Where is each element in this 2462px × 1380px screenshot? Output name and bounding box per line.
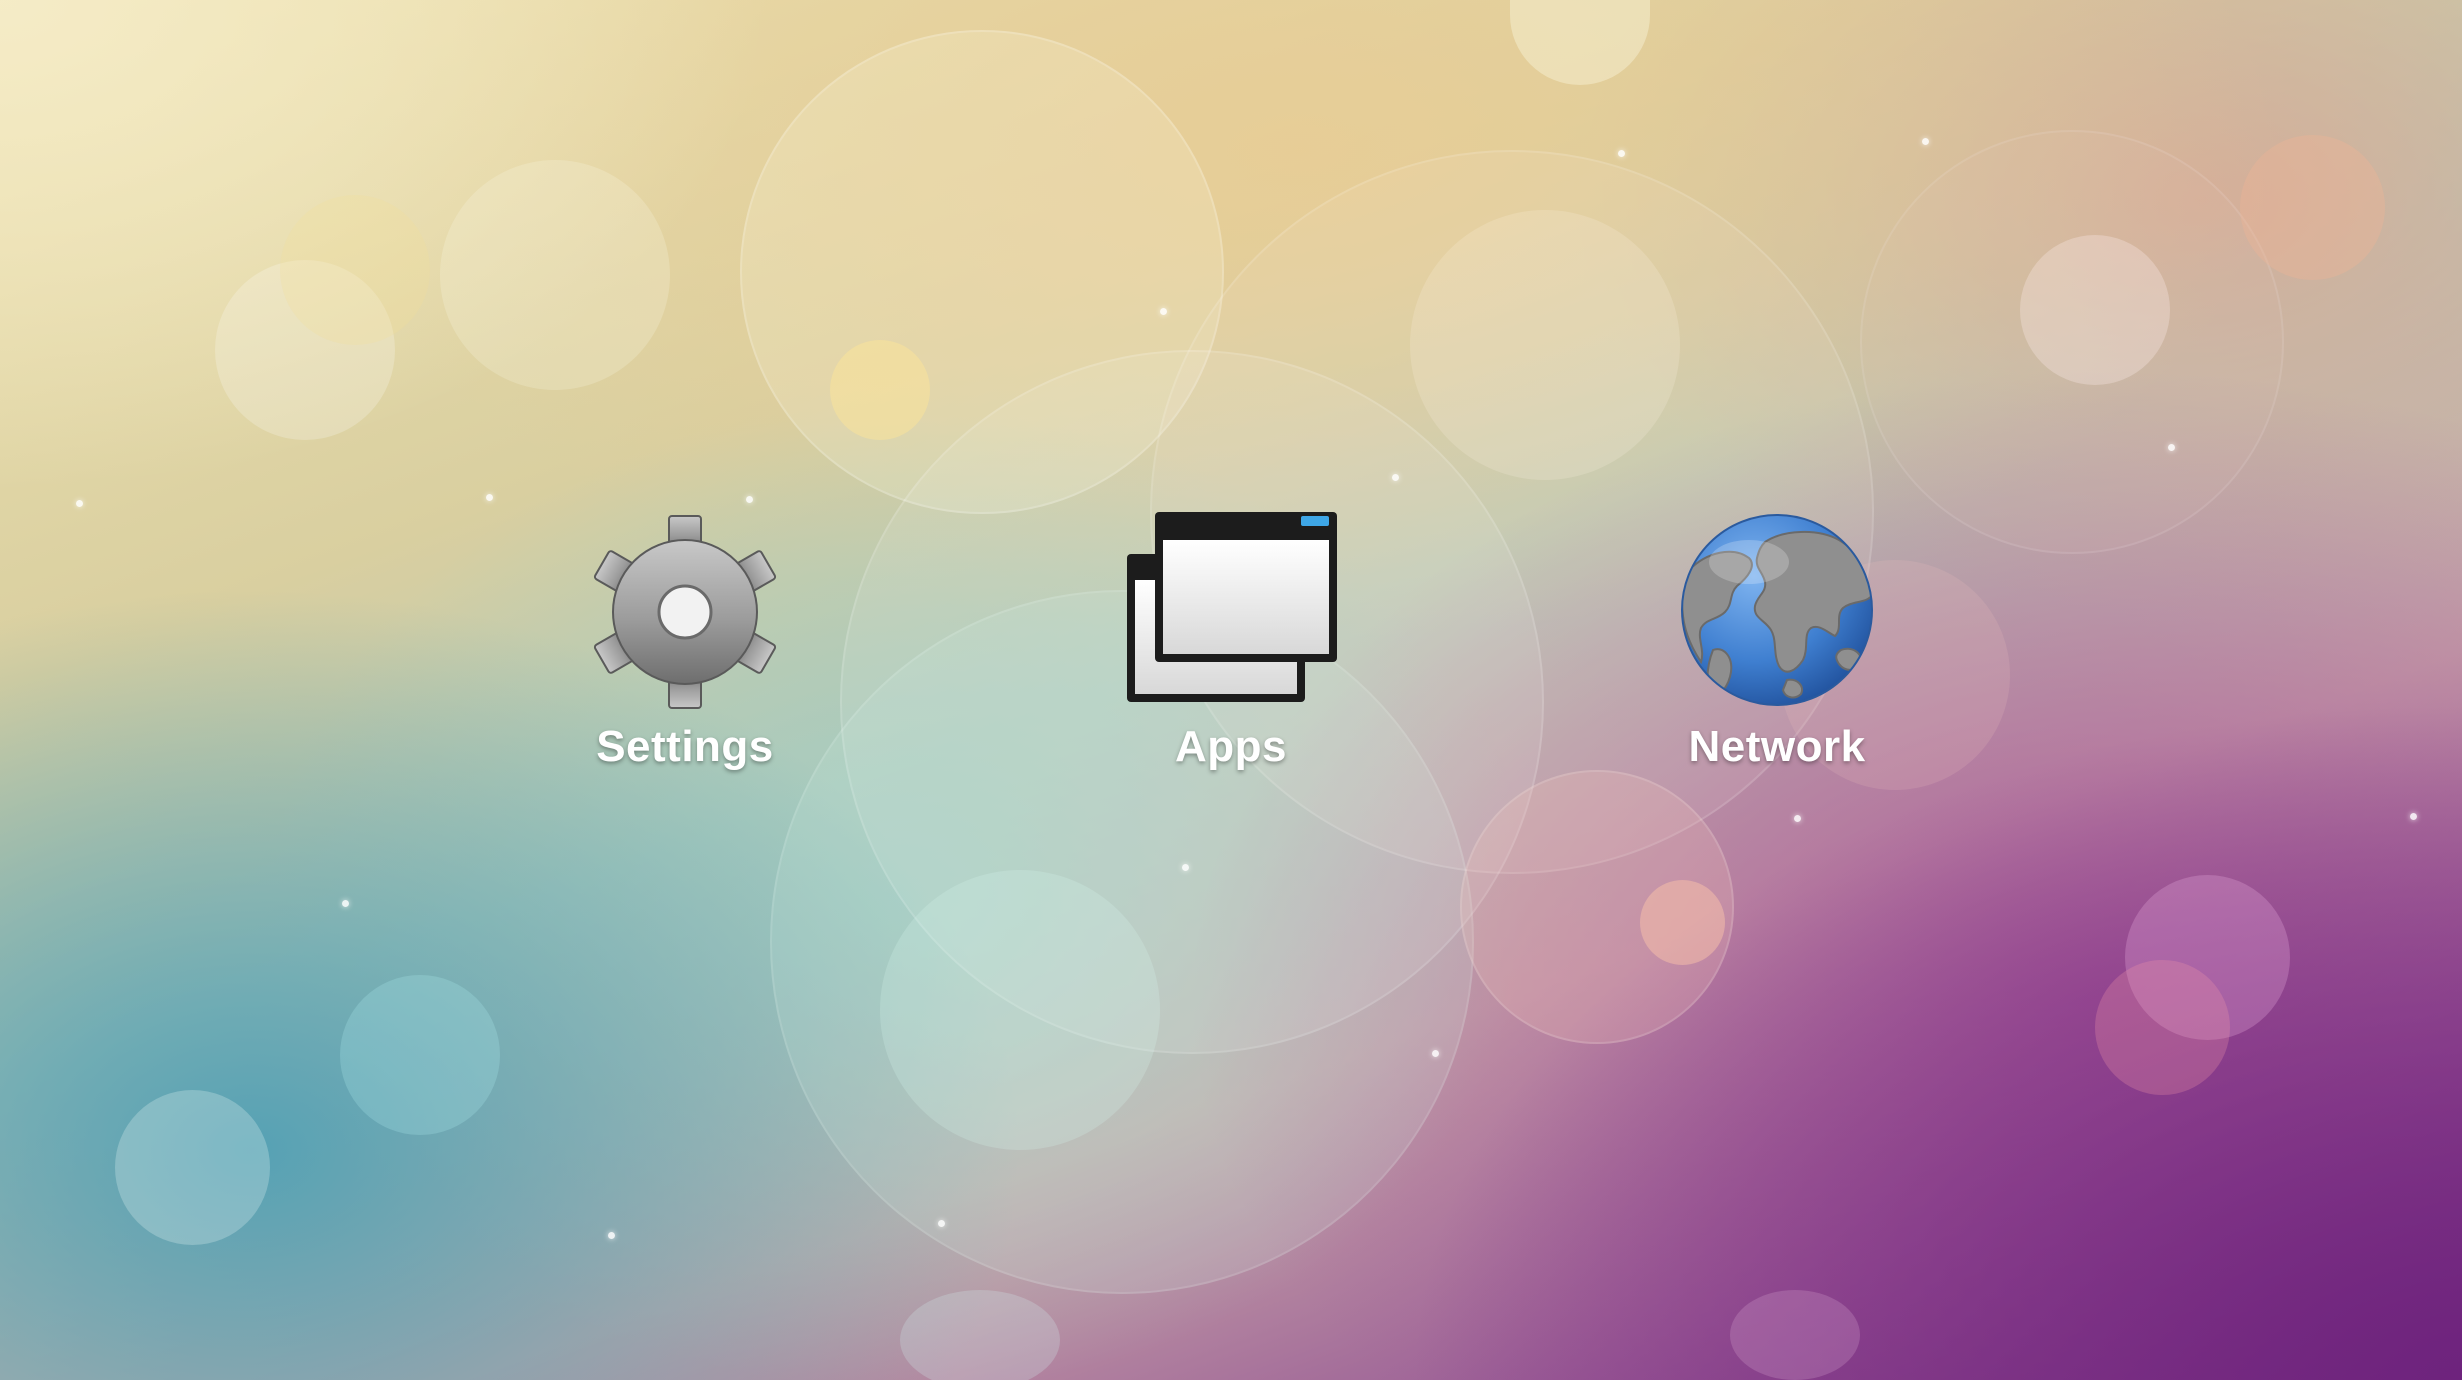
windows-icon [1121, 500, 1341, 710]
apps-launcher[interactable]: Apps [1081, 480, 1381, 800]
bokeh-light [740, 30, 1224, 514]
sparkle [1432, 1050, 1439, 1057]
bokeh-light [2020, 235, 2170, 385]
bokeh-light [2095, 960, 2230, 1095]
settings-label: Settings [596, 722, 774, 771]
sparkle [2410, 813, 2417, 820]
bokeh-light [900, 1290, 1060, 1380]
sparkle [2168, 444, 2175, 451]
sparkle [486, 494, 493, 501]
bokeh-light [1730, 1290, 1860, 1380]
bokeh-light [830, 340, 930, 440]
bokeh-light [340, 975, 500, 1135]
sparkle [938, 1220, 945, 1227]
apps-label: Apps [1175, 722, 1287, 771]
sparkle [342, 900, 349, 907]
sparkle [1922, 138, 1929, 145]
desktop-background: Settings Apps Network [0, 0, 2462, 1380]
bokeh-light [880, 870, 1160, 1150]
sparkle [1794, 815, 1801, 822]
sparkle [1160, 308, 1167, 315]
bokeh-light [440, 160, 670, 390]
bokeh-light [280, 195, 430, 345]
sparkle [76, 500, 83, 507]
bokeh-light [115, 1090, 270, 1245]
sparkle [1618, 150, 1625, 157]
bokeh-light [1410, 210, 1680, 480]
gear-icon [575, 500, 795, 710]
bokeh-light [1460, 770, 1734, 1044]
bokeh-light [1510, 0, 1650, 85]
settings-launcher[interactable]: Settings [535, 480, 835, 800]
sparkle [1392, 474, 1399, 481]
bokeh-light [2240, 135, 2385, 280]
sparkle [608, 1232, 615, 1239]
bokeh-light [2125, 875, 2290, 1040]
network-launcher[interactable]: Network [1627, 480, 1927, 800]
globe-icon [1667, 500, 1887, 710]
sparkle [1182, 864, 1189, 871]
network-label: Network [1688, 722, 1866, 771]
bokeh-light [1640, 880, 1725, 965]
bokeh-light [215, 260, 395, 440]
